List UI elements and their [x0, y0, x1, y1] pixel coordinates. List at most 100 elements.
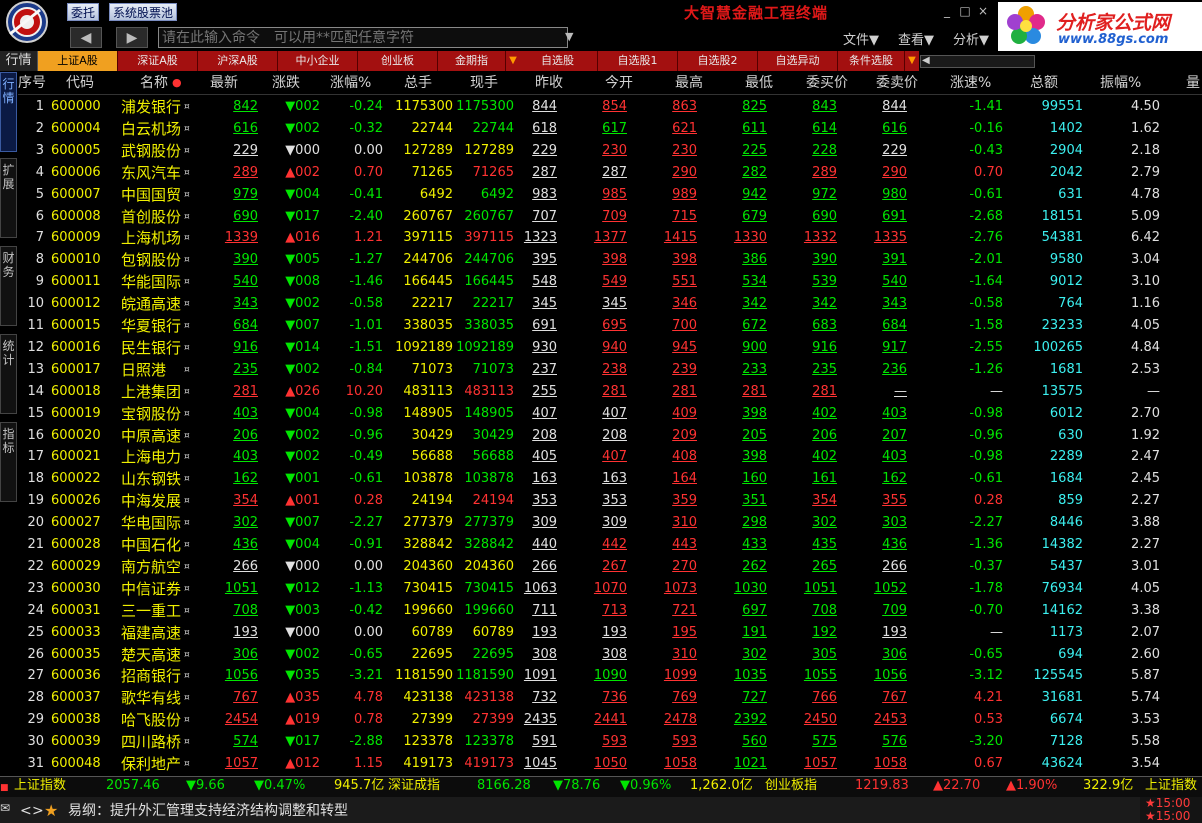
- table-row[interactable]: 16 600020 中原高速 ¤ 206 ▼002 -0.96 30429 30429 208 20…: [18, 425, 1202, 447]
- table-row[interactable]: 15 600019 宝钢股份 ¤ 403 ▼004 -0.98 148905 148905 407…: [18, 403, 1202, 425]
- tab-watchlist[interactable]: 自选股: [518, 51, 598, 71]
- side-tab-stats[interactable]: 统计: [0, 334, 17, 414]
- command-dropdown-icon[interactable]: ▼: [565, 30, 573, 43]
- side-tab-indicator[interactable]: 指标: [0, 422, 17, 502]
- header-col-code[interactable]: 代码: [66, 72, 94, 94]
- table-row[interactable]: 28 600037 歌华有线 ¤ 767 ▲035 4.78 423138 423138 732 7…: [18, 687, 1202, 709]
- news-next-button[interactable]: >: [32, 801, 44, 821]
- header-col-change-pct[interactable]: 涨幅%: [330, 72, 371, 94]
- table-row[interactable]: 22 600029 南方航空 ¤ 266 ▼000 0.00 204360 204360 266 2…: [18, 556, 1202, 578]
- tab-watchlist-2[interactable]: 自选股2: [678, 51, 758, 71]
- sh-index-name[interactable]: 上证指数: [14, 777, 66, 795]
- sh-index-name-2[interactable]: 上证指数: [1145, 777, 1197, 795]
- table-row[interactable]: 2 600004 白云机场 ¤ 616 ▼002 -0.32 22744 22744 618 617…: [18, 118, 1202, 140]
- table-row[interactable]: 4 600006 东风汽车 ¤ 289 ▲002 0.70 71265 71265 287 287 2…: [18, 162, 1202, 184]
- close-icon[interactable]: ×: [976, 4, 990, 18]
- table-row[interactable]: 7 600009 上海机场 ¤ 1339 ▲016 1.21 397115 397115 1323…: [18, 227, 1202, 249]
- tab-sz-a[interactable]: 深证A股: [118, 51, 198, 71]
- header-col-speed[interactable]: 涨速%: [950, 72, 991, 94]
- table-row[interactable]: 1 600000 浦发银行 ¤ 842 ▼002 -0.24 1175300 1175300 84…: [18, 96, 1202, 118]
- table-row[interactable]: 3 600005 武钢股份 ¤ 229 ▼000 0.00 127289 127289 229 23…: [18, 140, 1202, 162]
- table-row[interactable]: 19 600026 中海发展 ¤ 354 ▲001 0.28 24194 24194 353 353…: [18, 490, 1202, 512]
- table-row[interactable]: 5 600007 中国国贸 ¤ 979 ▼004 -0.41 6492 6492 983 985 98…: [18, 184, 1202, 206]
- header-col-name[interactable]: 名称: [140, 72, 168, 94]
- tab-hs-a[interactable]: 沪深A股: [198, 51, 278, 71]
- back-button[interactable]: ◀: [70, 27, 102, 48]
- minimize-icon[interactable]: _: [940, 4, 954, 18]
- table-row[interactable]: 21 600028 中国石化 ¤ 436 ▼004 -0.91 328842 328842 440…: [18, 534, 1202, 556]
- menu-analysis[interactable]: 分析▼: [953, 29, 989, 48]
- menu-view[interactable]: 查看▼: [898, 29, 934, 48]
- header-col-amplitude[interactable]: 振幅%: [1100, 72, 1141, 94]
- news-star-icon[interactable]: ★: [44, 801, 58, 821]
- cell-col-high: 1058: [663, 756, 697, 771]
- forward-button[interactable]: ▶: [116, 27, 148, 48]
- mail-icon[interactable]: ✉: [0, 798, 10, 818]
- table-row[interactable]: 12 600016 民生银行 ¤ 916 ▼014 -1.51 1092189 1092189 9…: [18, 337, 1202, 359]
- table-row[interactable]: 24 600031 三一重工 ¤ 708 ▼003 -0.42 199660 199660 711…: [18, 600, 1202, 622]
- table-row[interactable]: 10 600012 皖通高速 ¤ 343 ▼002 -0.58 22217 22217 345 34…: [18, 293, 1202, 315]
- tab-more-icon[interactable]: ▼: [506, 51, 520, 71]
- cell-col-prev-close: 1091: [523, 668, 557, 684]
- stock-pool-button[interactable]: 系统股票池: [109, 3, 178, 21]
- table-row[interactable]: 8 600010 包钢股份 ¤ 390 ▼005 -1.27 244706 244706 395 3…: [18, 249, 1202, 271]
- table-row[interactable]: 23 600030 中信证券 ¤ 1051 ▼012 -1.13 730415 730415 10…: [18, 578, 1202, 600]
- table-row[interactable]: 17 600021 上海电力 ¤ 403 ▼002 -0.49 56688 56688 405 40…: [18, 446, 1202, 468]
- header-col-low[interactable]: 最低: [745, 72, 773, 94]
- side-tab-finance[interactable]: 财务: [0, 246, 17, 326]
- cell-col-amplitude: 2.70: [1131, 405, 1160, 421]
- header-col-qty[interactable]: 量: [1186, 72, 1200, 94]
- side-tab-quote[interactable]: 行情: [0, 72, 17, 152]
- header-col-open[interactable]: 今开: [605, 72, 633, 94]
- news-prev-button[interactable]: <: [20, 801, 32, 821]
- table-row[interactable]: 13 600017 日照港 ¤ 235 ▼002 -0.84 71073 71073 237 238…: [18, 359, 1202, 381]
- app-logo-icon[interactable]: [0, 0, 58, 50]
- tab-scrollbar[interactable]: [920, 55, 1035, 68]
- table-row[interactable]: 6 600008 首创股份 ¤ 690 ▼017 -2.40 260767 260767 707 7…: [18, 206, 1202, 228]
- command-input[interactable]: [158, 27, 568, 48]
- scroll-left-icon[interactable]: ◀: [922, 55, 930, 66]
- header-col-bid[interactable]: 委买价: [806, 72, 848, 94]
- news-headline[interactable]: 易纲：提升外汇管理支持经济结构调整和转型: [68, 801, 348, 821]
- table-row[interactable]: 18 600022 山东钢铁 ¤ 162 ▼001 -0.61 103878 103878 163…: [18, 468, 1202, 490]
- tab-screener[interactable]: 条件选股: [838, 51, 905, 71]
- table-row[interactable]: 20 600027 华电国际 ¤ 302 ▼007 -2.27 277379 277379 309…: [18, 512, 1202, 534]
- table-row[interactable]: 31 600048 保利地产 ¤ 1057 ▲012 1.15 419173 419173 104…: [18, 753, 1202, 775]
- trade-button[interactable]: 委托: [67, 3, 100, 21]
- header-col-prev-close[interactable]: 昨收: [535, 72, 563, 94]
- tab-quote[interactable]: 行情: [0, 51, 38, 71]
- table-row[interactable]: 11 600015 华夏银行 ¤ 684 ▼007 -1.01 338035 338035 691…: [18, 315, 1202, 337]
- cell-col-code: 600037: [51, 690, 101, 706]
- table-row[interactable]: 9 600011 华能国际 ¤ 540 ▼008 -1.46 166445 166445 548 5…: [18, 271, 1202, 293]
- header-col-ask[interactable]: 委卖价: [876, 72, 918, 94]
- cy-index-name[interactable]: 创业板指: [765, 777, 817, 795]
- table-row[interactable]: 14 600018 上港集团 ¤ 281 ▲026 10.20 483113 483113 255…: [18, 381, 1202, 403]
- cell-col-prev-close: 2435: [523, 712, 557, 728]
- table-row[interactable]: 27 600036 招商银行 ¤ 1056 ▼035 -3.21 1181590 1181590…: [18, 665, 1202, 687]
- cell-col-code: 600018: [51, 383, 101, 399]
- header-col-amount[interactable]: 总额: [1030, 72, 1058, 94]
- maximize-icon[interactable]: □: [958, 4, 972, 18]
- table-row[interactable]: 30 600039 四川路桥 ¤ 574 ▼017 -2.88 123378 123378 591…: [18, 731, 1202, 753]
- menu-file[interactable]: 文件▼: [843, 29, 879, 48]
- sz-index-name[interactable]: 深证成指: [388, 777, 440, 795]
- cell-col-name: 中信证券: [121, 579, 182, 598]
- header-col-volume[interactable]: 总手: [404, 72, 432, 94]
- table-row[interactable]: 26 600035 楚天高速 ¤ 306 ▼002 -0.65 22695 22695 308 30…: [18, 644, 1202, 666]
- table-row[interactable]: 25 600033 福建高速 ¤ 193 ▼000 0.00 60789 60789 193 193…: [18, 622, 1202, 644]
- tab-sme[interactable]: 中小企业: [278, 51, 358, 71]
- header-col-index[interactable]: 序号: [18, 72, 46, 94]
- tab-more-icon-2[interactable]: ▼: [905, 51, 919, 71]
- tab-futures[interactable]: 金期指: [438, 51, 506, 71]
- header-col-high[interactable]: 最高: [675, 72, 703, 94]
- sort-marker-icon[interactable]: ●: [172, 72, 182, 94]
- header-col-cur-volume[interactable]: 现手: [470, 72, 498, 94]
- side-tab-extend[interactable]: 扩展: [0, 158, 17, 238]
- tab-watch-alerts[interactable]: 自选异动: [758, 51, 838, 71]
- tab-gem[interactable]: 创业板: [358, 51, 438, 71]
- table-row[interactable]: 29 600038 哈飞股份 ¤ 2454 ▲019 0.78 27399 27399 2435 2…: [18, 709, 1202, 731]
- tab-sh-a[interactable]: 上证A股: [38, 51, 118, 71]
- header-col-last[interactable]: 最新: [210, 72, 238, 94]
- header-col-change[interactable]: 涨跌: [272, 72, 300, 94]
- tab-watchlist-1[interactable]: 自选股1: [598, 51, 678, 71]
